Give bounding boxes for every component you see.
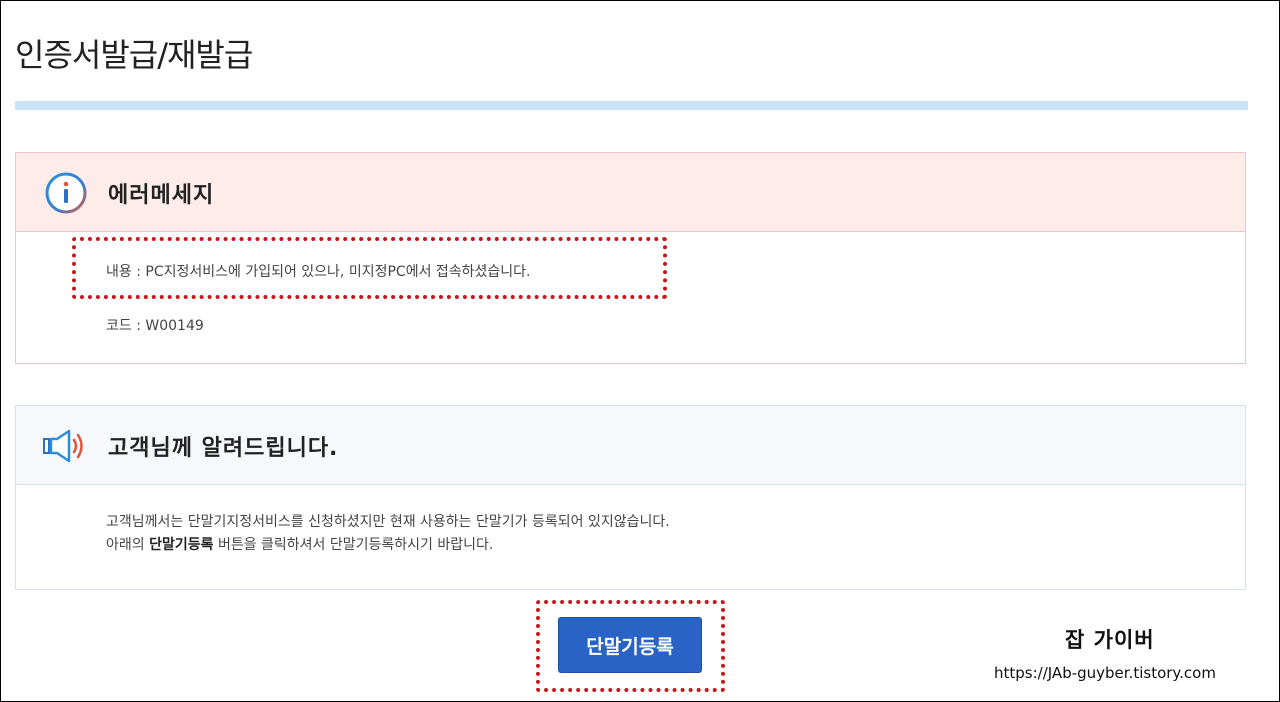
error-panel-title: 에러메세지 xyxy=(108,183,215,208)
watermark-name: 잡 가이버 xyxy=(1065,628,1155,652)
notice-line-2-suffix: 버튼을 클릭하셔서 단말기등록하시기 바랍니다. xyxy=(213,537,494,553)
notice-message: 고객님께서는 단말기지정서비스를 신청하셨지만 현재 사용하는 단말기가 등록되… xyxy=(106,511,670,557)
notice-panel-title: 고객님께 알려드립니다. xyxy=(108,436,339,461)
watermark-url: https://JAb-guyber.tistory.com xyxy=(994,664,1216,682)
error-code: 코드 : W00149 xyxy=(106,318,204,334)
error-content-highlight xyxy=(72,237,667,299)
page-title: 인증서발급/재발급 xyxy=(15,36,253,74)
notice-line-2-bold: 단말기등록 xyxy=(149,537,214,553)
speaker-icon xyxy=(43,423,89,469)
notice-panel-header: 고객님께 알려드립니다. xyxy=(16,406,1245,485)
notice-line-1: 고객님께서는 단말기지정서비스를 신청하셨지만 현재 사용하는 단말기가 등록되… xyxy=(106,514,670,530)
info-circle-icon xyxy=(43,170,89,216)
title-divider xyxy=(15,101,1248,110)
register-device-button[interactable]: 단말기등록 xyxy=(558,617,702,673)
notice-panel: 고객님께 알려드립니다. 고객님께서는 단말기지정서비스를 신청하셨지만 현재 … xyxy=(15,405,1246,590)
error-panel-header: 에러메세지 xyxy=(16,153,1245,232)
notice-line-2-prefix: 아래의 xyxy=(106,537,150,553)
notice-line-2: 아래의 단말기등록 버튼을 클릭하셔서 단말기등록하시기 바랍니다. xyxy=(106,534,670,557)
